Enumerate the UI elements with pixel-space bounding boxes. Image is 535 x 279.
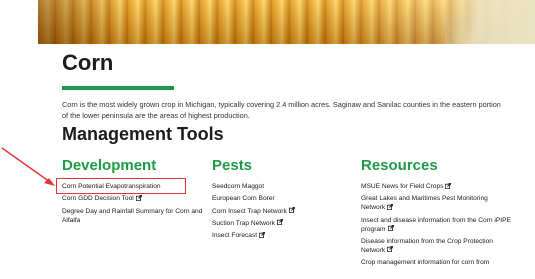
link-label[interactable]: Great Lakes and Maritimes Pest Monitorin… — [361, 195, 488, 211]
column-heading: Pests — [212, 157, 253, 174]
title-underline — [62, 86, 174, 90]
link-label[interactable]: Insect Forecast — [212, 232, 257, 239]
corn-banner-image — [38, 0, 535, 44]
column-resources: Resources MSUE News for Field Crops Grea… — [361, 157, 511, 270]
column-pests: Pests Seedcorn Maggot European Corn Bore… — [212, 157, 352, 243]
list-item[interactable]: MSUE News for Field Crops — [361, 182, 511, 191]
list-item[interactable]: Disease information from the Crop Protec… — [361, 237, 511, 255]
link-label[interactable]: Disease information from the Crop Protec… — [361, 238, 493, 254]
list-item[interactable]: Insect and disease information from the … — [361, 216, 511, 234]
link-label[interactable]: Corn Insect Trap Network — [212, 208, 287, 215]
pointer-arrow-icon — [1, 147, 55, 186]
list-item[interactable]: Insect Forecast — [212, 231, 352, 240]
column-heading: Resources — [361, 157, 438, 174]
list-item[interactable]: Crop management information for corn fro… — [361, 258, 511, 267]
link-label[interactable]: Suction Trap Network — [212, 220, 275, 227]
column-heading: Development — [62, 157, 157, 174]
external-link-icon — [387, 246, 394, 253]
external-link-icon — [387, 203, 394, 210]
external-link-icon — [288, 207, 295, 214]
link-label[interactable]: Crop management information for corn fro… — [361, 259, 489, 266]
link-list: Seedcorn Maggot European Corn Borer Corn… — [212, 182, 352, 240]
link-label[interactable]: Degree Day and Rainfall Summary for Corn… — [62, 208, 202, 224]
link-list: MSUE News for Field Crops Great Lakes an… — [361, 182, 511, 267]
list-item[interactable]: European Corn Borer — [212, 194, 352, 203]
list-item[interactable]: Corn Insect Trap Network — [212, 207, 352, 216]
external-link-icon — [135, 194, 142, 201]
list-item[interactable]: Seedcorn Maggot — [212, 182, 352, 191]
page-title: Corn — [62, 50, 114, 75]
external-link-icon — [259, 231, 266, 238]
link-label[interactable]: European Corn Borer — [212, 195, 275, 202]
list-item[interactable]: Degree Day and Rainfall Summary for Corn… — [62, 207, 210, 225]
external-link-icon — [277, 219, 284, 226]
list-item[interactable]: Suction Trap Network — [212, 219, 352, 228]
section-title: Management Tools — [62, 124, 224, 144]
list-item[interactable]: Great Lakes and Maritimes Pest Monitorin… — [361, 194, 511, 212]
link-label[interactable]: MSUE News for Field Crops — [361, 183, 443, 190]
link-label[interactable]: Corn GDD Decision Tool — [62, 195, 134, 202]
banner-husk — [445, 0, 535, 44]
intro-text: Corn is the most widely grown crop in Mi… — [62, 100, 501, 120]
link-label[interactable]: Seedcorn Maggot — [212, 183, 264, 190]
link-label[interactable]: Insect and disease information from the … — [361, 217, 511, 233]
external-link-icon — [445, 182, 452, 189]
external-link-icon — [387, 225, 394, 232]
list-item[interactable]: Corn GDD Decision Tool — [62, 194, 210, 203]
highlight-box — [56, 178, 186, 194]
